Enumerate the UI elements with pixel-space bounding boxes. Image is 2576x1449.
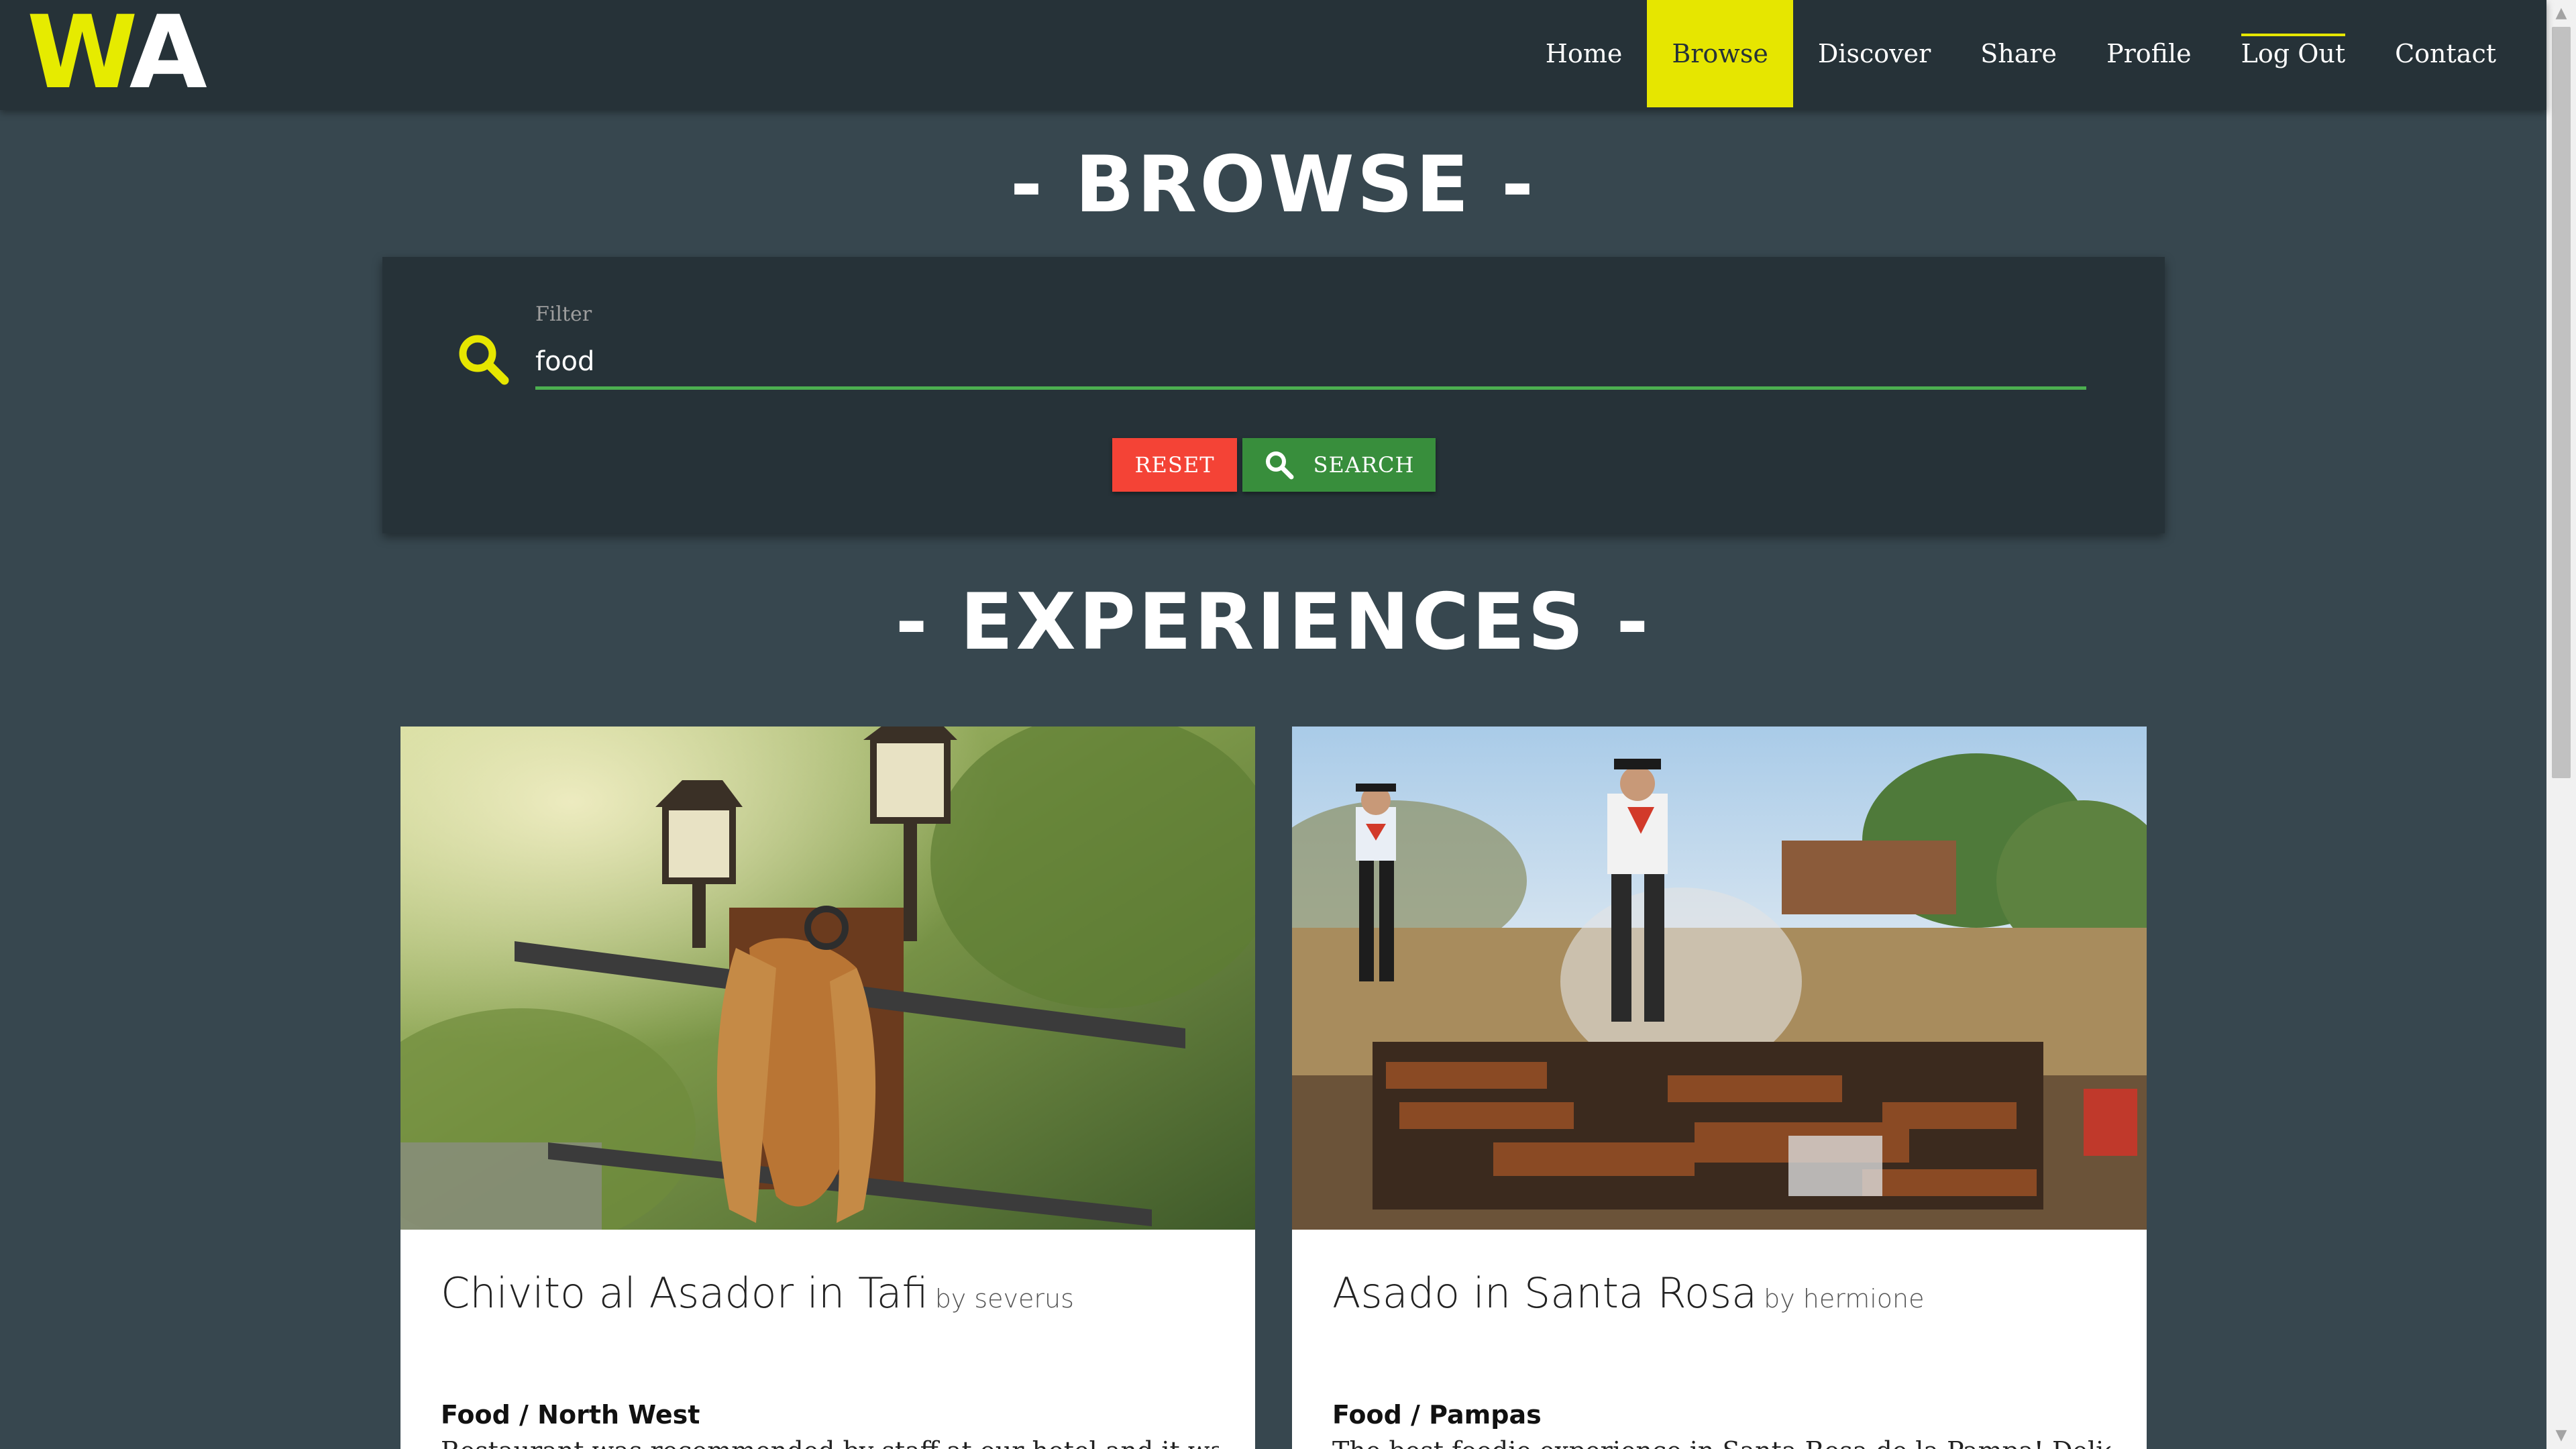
nav-profile-link[interactable]: Profile (2082, 0, 2216, 107)
nav-home-label: Home (1545, 39, 1623, 68)
nav-share-link[interactable]: Share (1955, 0, 2082, 107)
experience-card-title[interactable]: Asado in Santa Rosa by hermione (1332, 1269, 1925, 1318)
experience-card-title-text: Chivito al Asador in Tafi (441, 1269, 928, 1318)
nav-profile-label: Profile (2106, 39, 2192, 68)
scroll-up-arrow-icon[interactable]: ▲ (2546, 0, 2576, 27)
experience-card-description: Restaurant was recommended by staff at o… (441, 1436, 1219, 1449)
nav-contact-link[interactable]: Contact (2370, 0, 2521, 107)
logo-letter-a: A (129, 0, 207, 111)
filter-label: Filter (535, 303, 592, 326)
reset-button[interactable]: RESET (1112, 438, 1237, 492)
experiences-heading: - EXPERIENCES - (895, 577, 1652, 667)
experience-card-title[interactable]: Chivito al Asador in Tafi by severus (441, 1269, 1074, 1318)
experience-card-image[interactable] (1292, 727, 2147, 1230)
experience-card[interactable]: Asado in Santa Rosa by hermione Food / Pa… (1292, 727, 2147, 1449)
nav-contact-label: Contact (2395, 39, 2496, 68)
browse-heading: - BROWSE - (1010, 140, 1537, 230)
scrollbar-thumb[interactable] (2552, 27, 2571, 778)
nav-logout-link[interactable]: Log Out (2216, 0, 2370, 107)
nav-browse-label: Browse (1672, 39, 1768, 68)
search-button[interactable]: SEARCH (1242, 438, 1436, 492)
experience-card-category: Food / North West (441, 1400, 700, 1430)
experience-card-description: The best foodie experience in Santa Rosa… (1332, 1436, 2110, 1449)
reset-button-label: RESET (1134, 452, 1215, 478)
nav-browse-link[interactable]: Browse (1647, 0, 1793, 107)
filter-input[interactable] (535, 336, 2086, 390)
experience-card[interactable]: Chivito al Asador in Tafi by severus Food… (400, 727, 1255, 1449)
scroll-down-arrow-icon[interactable]: ▼ (2546, 1422, 2576, 1449)
site-logo[interactable]: WA (27, 3, 207, 103)
experience-card-image[interactable] (400, 727, 1255, 1230)
filter-panel: Filter RESET SEARCH (382, 257, 2165, 533)
experience-card-title-text: Asado in Santa Rosa (1332, 1269, 1758, 1318)
top-navbar: WA Home Browse Discover Share Profile Lo… (0, 0, 2546, 110)
page-scrollbar[interactable]: ▲ ▼ (2546, 0, 2576, 1449)
nav-share-label: Share (1980, 39, 2057, 68)
logo-letter-w: W (27, 0, 133, 111)
nav-home-link[interactable]: Home (1521, 0, 1648, 107)
search-icon (459, 335, 509, 385)
search-button-icon (1265, 451, 1294, 480)
experience-card-category: Food / Pampas (1332, 1400, 1542, 1430)
experience-card-author: by hermione (1764, 1284, 1925, 1313)
search-button-label: SEARCH (1313, 452, 1415, 478)
nav-links: Home Browse Discover Share Profile Log O… (1521, 0, 2521, 107)
nav-logout-label: Log Out (2241, 34, 2346, 68)
experience-card-author: by severus (934, 1284, 1074, 1313)
nav-discover-label: Discover (1817, 39, 1931, 68)
nav-discover-link[interactable]: Discover (1793, 0, 1955, 107)
